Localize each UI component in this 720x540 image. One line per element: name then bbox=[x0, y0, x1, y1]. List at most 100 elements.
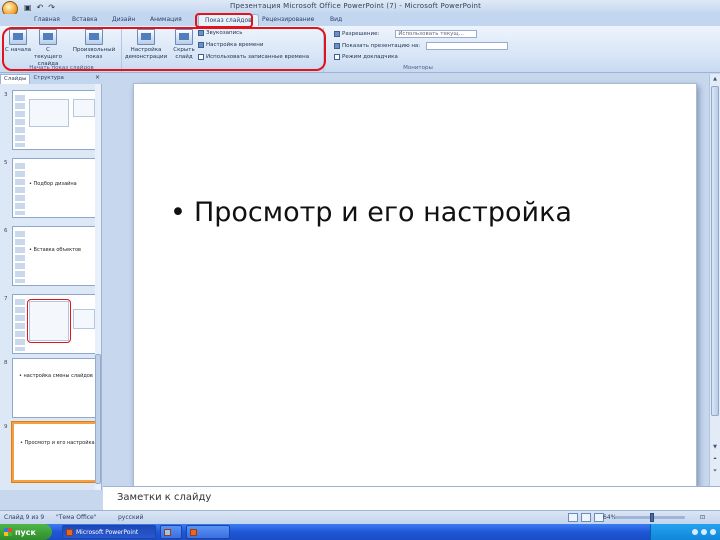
tab-review[interactable]: Рецензирование bbox=[262, 16, 314, 23]
tab-design[interactable]: Дизайн bbox=[112, 16, 135, 23]
group-setup: Настройка демонстрации Скрыть слайд Звук… bbox=[124, 28, 324, 72]
status-bar: Слайд 9 из 9 "Тема Office" русский 64% ⊡ bbox=[0, 510, 720, 524]
scrollbar-thumb[interactable] bbox=[711, 86, 719, 416]
presenter-view-checkbox[interactable]: Режим докладчика bbox=[334, 54, 398, 60]
resolution-dropdown[interactable]: Использовать текущ... bbox=[395, 30, 478, 38]
slides-pane-scrollbar[interactable] bbox=[95, 84, 101, 490]
system-tray bbox=[650, 524, 720, 540]
current-slide[interactable]: • Просмотр и его настройка bbox=[133, 83, 697, 487]
slide-thumbnail-selected[interactable]: • Просмотр и его настройка bbox=[12, 422, 98, 482]
slide-count: Слайд 9 из 9 bbox=[4, 514, 45, 521]
undo-icon[interactable]: ↶ bbox=[37, 3, 44, 12]
pane-tabs: Слайды Структура × bbox=[0, 74, 102, 84]
slide-thumbnail[interactable] bbox=[12, 90, 98, 150]
show-on-dropdown[interactable] bbox=[426, 42, 509, 50]
ribbon: С начала С текущего слайда Произвольный … bbox=[0, 26, 720, 73]
resolution-row: Разрешение: Использовать текущ... bbox=[334, 30, 478, 38]
taskbar-item[interactable] bbox=[160, 525, 182, 539]
start-button[interactable]: пуск bbox=[0, 524, 52, 540]
thumb-number: 8 bbox=[4, 360, 8, 366]
scroll-up-icon[interactable]: ▲ bbox=[711, 76, 719, 84]
slideshow-start-icon bbox=[9, 29, 27, 45]
tab-insert[interactable]: Вставка bbox=[72, 16, 97, 23]
close-icon[interactable]: × bbox=[95, 74, 102, 84]
timer-icon bbox=[198, 42, 204, 48]
thumb-number: 6 bbox=[4, 228, 8, 234]
from-current-slide-button[interactable]: С текущего слайда bbox=[32, 29, 64, 68]
slide-thumbnail[interactable]: • Подбор дизайна bbox=[12, 158, 98, 218]
thumb-highlight bbox=[27, 299, 71, 343]
slide-thumbnail[interactable] bbox=[12, 294, 98, 354]
tab-outline[interactable]: Структура bbox=[30, 74, 66, 84]
tab-slide-show[interactable]: Показ слайдов bbox=[198, 14, 259, 26]
app-icon bbox=[164, 528, 171, 536]
hide-slide-button[interactable]: Скрыть слайд bbox=[168, 29, 200, 61]
rehearse-timings-button[interactable]: Настройка времени bbox=[198, 42, 263, 48]
bullet-marker: • bbox=[170, 197, 186, 228]
slide-thumbnail[interactable]: • настройка смены слайдов bbox=[12, 358, 98, 418]
thumb-number: 3 bbox=[4, 92, 8, 98]
taskbar-item-powerpoint[interactable]: Microsoft PowerPoint bbox=[62, 525, 156, 539]
thumb-number: 9 bbox=[4, 424, 8, 430]
show-on-row: Показать презентацию на: bbox=[334, 42, 509, 50]
tray-icon[interactable] bbox=[692, 529, 698, 535]
taskbar-item[interactable] bbox=[186, 525, 230, 539]
slide-bullet-text[interactable]: • Просмотр и его настройка bbox=[170, 197, 572, 228]
language[interactable]: русский bbox=[118, 514, 143, 521]
setup-show-icon bbox=[137, 29, 155, 45]
from-beginning-button[interactable]: С начала bbox=[2, 29, 34, 54]
tab-animation[interactable]: Анимация bbox=[150, 16, 182, 23]
slide-editing-area: • Просмотр и его настройка bbox=[103, 74, 709, 487]
microphone-icon bbox=[198, 30, 204, 36]
vertical-scrollbar[interactable]: ▲ ▼ ⏶ ⏷ bbox=[709, 74, 720, 486]
slides-pane: Слайды Структура × 3 5 • Подбор дизайна … bbox=[0, 74, 102, 490]
tab-slides[interactable]: Слайды bbox=[0, 74, 31, 84]
thumb-text-mini bbox=[73, 99, 95, 117]
view-buttons bbox=[568, 513, 604, 522]
setup-show-button[interactable]: Настройка демонстрации bbox=[124, 29, 168, 61]
hide-slide-icon bbox=[175, 29, 193, 45]
scrollbar-thumb[interactable] bbox=[95, 354, 101, 484]
tab-view[interactable]: Вид bbox=[330, 16, 342, 23]
slideshow-current-icon bbox=[39, 29, 57, 45]
theme-name: "Тема Office" bbox=[56, 514, 97, 521]
thumb-ribbon-mini bbox=[15, 95, 25, 147]
zoom-slider-knob[interactable] bbox=[650, 513, 654, 522]
save-icon[interactable]: ▣ bbox=[24, 3, 32, 12]
tray-icon[interactable] bbox=[710, 529, 716, 535]
record-narration-button[interactable]: Звукозапись bbox=[198, 30, 242, 36]
redo-icon[interactable]: ↷ bbox=[48, 3, 55, 12]
quick-access-toolbar: ▣ ↶ ↷ bbox=[24, 3, 55, 12]
window-title: Презентация Microsoft Office PowerPoint … bbox=[230, 2, 482, 10]
group-monitors-label: Мониторы bbox=[403, 65, 433, 71]
use-timings-checkbox[interactable]: Использовать записанные времена bbox=[198, 54, 309, 60]
slide-thumbnail[interactable]: • Вставка объектов bbox=[12, 226, 98, 286]
fit-slide-icon[interactable]: ⊡ bbox=[700, 514, 705, 521]
display-icon bbox=[334, 43, 340, 49]
thumb-number: 7 bbox=[4, 296, 8, 302]
custom-show-icon bbox=[85, 29, 103, 45]
tray-icon[interactable] bbox=[701, 529, 707, 535]
app-icon bbox=[190, 528, 197, 536]
notes-placeholder[interactable]: Заметки к слайду bbox=[117, 492, 211, 503]
thumb-dialog-mini bbox=[29, 99, 69, 127]
previous-slide-icon[interactable]: ⏶ bbox=[711, 456, 719, 464]
checkbox-icon bbox=[198, 54, 204, 60]
ribbon-tabs: Главная Вставка Дизайн Анимация Показ сл… bbox=[0, 14, 720, 26]
scroll-down-icon[interactable]: ▼ bbox=[711, 444, 719, 452]
thumb-text-mini bbox=[73, 309, 95, 329]
group-start-show: С начала С текущего слайда Произвольный … bbox=[2, 28, 122, 72]
slide-sorter-icon[interactable] bbox=[581, 513, 591, 522]
powerpoint-icon bbox=[66, 528, 73, 536]
custom-show-button[interactable]: Произвольный показ bbox=[72, 29, 116, 61]
thumb-ribbon-mini bbox=[15, 231, 25, 283]
next-slide-icon[interactable]: ⏷ bbox=[711, 468, 719, 476]
windows-logo-icon bbox=[4, 528, 12, 536]
tab-home[interactable]: Главная bbox=[34, 16, 60, 23]
thumb-ribbon-mini bbox=[15, 299, 25, 351]
taskbar: пуск Microsoft PowerPoint bbox=[0, 524, 720, 540]
bullet-content: Просмотр и его настройка bbox=[193, 197, 572, 228]
notes-pane[interactable]: Заметки к слайду bbox=[103, 486, 720, 510]
normal-view-icon[interactable] bbox=[568, 513, 578, 522]
monitor-icon bbox=[334, 31, 340, 37]
